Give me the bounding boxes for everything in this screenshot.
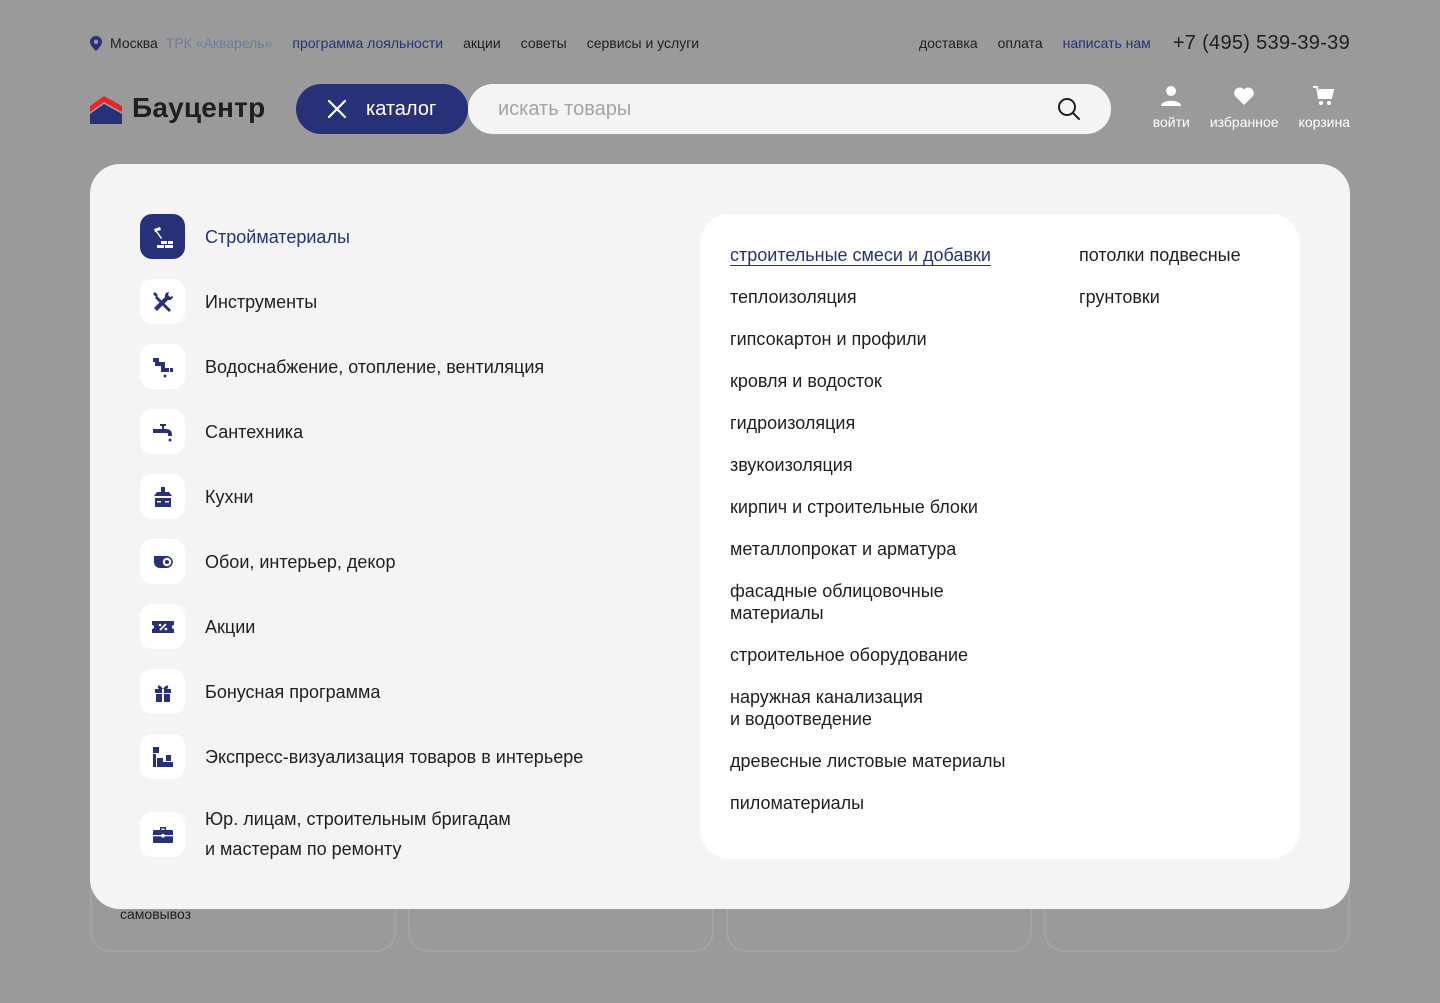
- category-item-building-materials[interactable]: Стройматериалы: [140, 214, 350, 259]
- logo[interactable]: Бауцентр: [90, 92, 265, 124]
- location-pin-icon: [90, 35, 102, 51]
- subcategory-link[interactable]: кровля и водосток: [730, 370, 882, 392]
- category-item-interior-visualization[interactable]: Экспресс-визуализация товаров в интерьер…: [140, 734, 583, 779]
- interior-visual-icon: [152, 746, 173, 767]
- subcategory-link[interactable]: теплоизоляция: [730, 286, 857, 308]
- payment-link[interactable]: оплата: [998, 35, 1043, 51]
- category-label: Обои, интерьер, декор: [205, 551, 396, 572]
- logo-text: Бауцентр: [132, 92, 266, 123]
- cart-button[interactable]: корзина: [1299, 84, 1350, 130]
- subcategory-label-line1: фасадные облицовочные: [730, 581, 944, 601]
- category-label: Инструменты: [205, 291, 318, 312]
- subcategory-link[interactable]: гидроизоляция: [730, 412, 855, 434]
- login-button[interactable]: войти: [1153, 84, 1190, 130]
- subcategory-link[interactable]: гипсокартон и профили: [730, 328, 927, 350]
- user-icon: [1161, 86, 1182, 106]
- location-selector[interactable]: Москва: [90, 35, 158, 51]
- subcategory-link[interactable]: металлопрокат и арматура: [730, 538, 956, 560]
- tips-link[interactable]: советы: [521, 35, 567, 51]
- category-item-business-clients[interactable]: Юр. лицам, строительным бригадам и масте…: [140, 804, 511, 864]
- discount-ticket-icon: [151, 620, 174, 633]
- category-label: Сантехника: [205, 421, 304, 442]
- top-bar: Москва ТРК «Акварель» программа лояльнос…: [90, 30, 1350, 56]
- subcategory-label-line2: материалы: [730, 603, 824, 623]
- faucet-icon: [152, 423, 172, 441]
- delivery-link[interactable]: доставка: [919, 35, 978, 51]
- search-bar: [468, 84, 1111, 134]
- briefcase-icon: [152, 827, 173, 843]
- search-input[interactable]: [498, 97, 1057, 121]
- catalog-button-label: каталог: [366, 97, 437, 120]
- subcategory-label-line2: и водоотведение: [730, 709, 872, 729]
- subcategory-link[interactable]: потолки подвесные: [1079, 244, 1241, 266]
- category-item-water-heating[interactable]: Водоснабжение, отопление, вентиляция: [140, 344, 544, 389]
- subcategory-label-line1: наружная канализация: [730, 687, 923, 707]
- main-header: Бауцентр каталог войти избранное корзина: [90, 84, 1350, 136]
- subcategory-link[interactable]: строительные смеси и добавки: [730, 244, 991, 266]
- category-label-line1: Юр. лицам, строительным бригадам: [205, 809, 511, 829]
- kitchen-hood-icon: [153, 486, 172, 507]
- category-label: Водоснабжение, отопление, вентиляция: [205, 356, 545, 377]
- tools-icon: [152, 291, 173, 312]
- store-link[interactable]: ТРК «Акварель»: [166, 35, 273, 51]
- subcategory-link[interactable]: фасадные облицовочные материалы: [730, 580, 944, 624]
- subcategory-link[interactable]: грунтовки: [1079, 286, 1160, 308]
- category-item-bonus-program[interactable]: Бонусная программа: [140, 669, 380, 714]
- category-label-line2: и мастерам по ремонту: [205, 839, 402, 859]
- write-us-link[interactable]: написать нам: [1063, 35, 1151, 51]
- category-item-plumbing[interactable]: Сантехника: [140, 409, 303, 454]
- catalog-menu: Стройматериалы Инструменты Водоснабжение…: [90, 164, 1350, 909]
- bricks-trowel-icon: [153, 226, 173, 248]
- category-label: Бонусная программа: [205, 681, 381, 702]
- city-label: Москва: [110, 35, 158, 51]
- cart-label: корзина: [1298, 114, 1350, 130]
- favorites-button[interactable]: избранное: [1210, 84, 1279, 130]
- subcategory-link[interactable]: звукоизоляция: [730, 454, 853, 476]
- subcategory-link[interactable]: древесные листовые материалы: [730, 750, 1005, 772]
- subcategory-link[interactable]: кирпич и строительные блоки: [730, 496, 978, 518]
- subcategory-link[interactable]: строительное оборудование: [730, 644, 968, 666]
- close-icon: [327, 99, 347, 119]
- category-label: Экспресс-визуализация товаров в интерьер…: [205, 746, 584, 767]
- category-item-wallpaper-decor[interactable]: Обои, интерьер, декор: [140, 539, 395, 584]
- category-item-tools[interactable]: Инструменты: [140, 279, 317, 324]
- heart-icon: [1234, 87, 1254, 105]
- subcategory-panel: строительные смеси и добавки теплоизоляц…: [700, 214, 1300, 859]
- favorites-label: избранное: [1209, 114, 1279, 130]
- wallpaper-roll-icon: [153, 555, 173, 568]
- category-item-kitchens[interactable]: Кухни: [140, 474, 253, 519]
- promotions-link[interactable]: акции: [463, 35, 501, 51]
- gift-icon: [154, 685, 171, 702]
- phone-number[interactable]: +7 (495) 539-39-39: [1173, 32, 1350, 55]
- catalog-button[interactable]: каталог: [296, 84, 468, 134]
- category-label: Акции: [205, 616, 256, 637]
- category-label: Кухни: [205, 486, 254, 507]
- pipe-icon: [152, 357, 173, 377]
- cart-icon: [1313, 86, 1335, 105]
- services-link[interactable]: сервисы и услуги: [587, 35, 699, 51]
- loyalty-program-link[interactable]: программа лояльности: [292, 35, 443, 51]
- subcategory-link[interactable]: пиломатериалы: [730, 792, 864, 814]
- search-icon[interactable]: [1057, 97, 1081, 121]
- subcategory-link[interactable]: наружная канализация и водоотведение: [730, 686, 923, 730]
- login-label: войти: [1152, 114, 1190, 130]
- category-item-promotions[interactable]: Акции: [140, 604, 255, 649]
- logo-mark-icon: [90, 96, 122, 124]
- category-label: Стройматериалы: [205, 226, 350, 247]
